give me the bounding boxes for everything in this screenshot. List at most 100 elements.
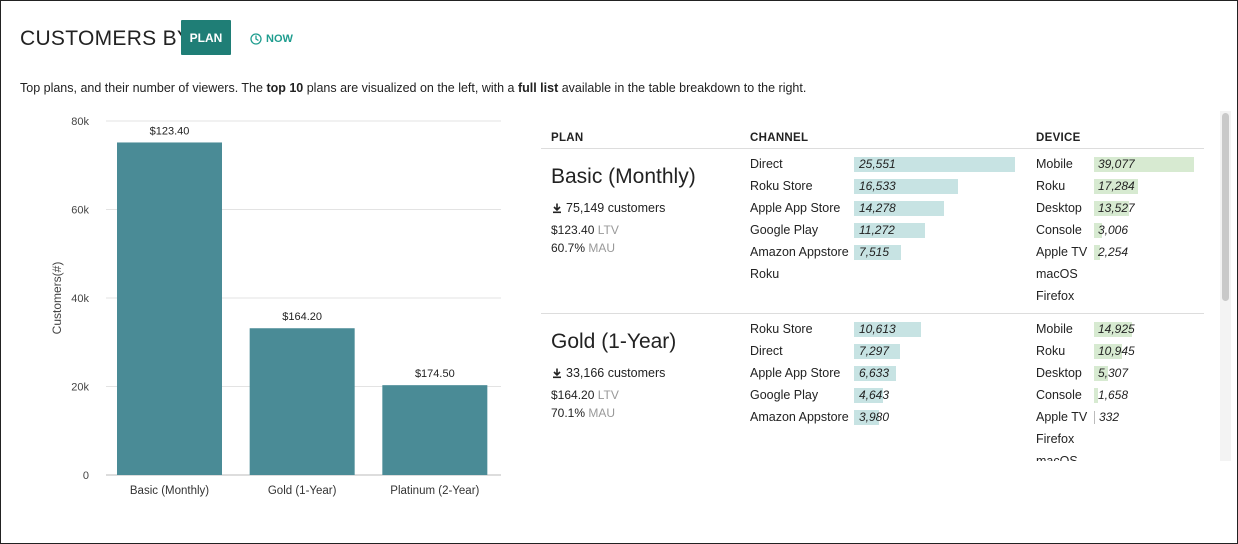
plan-button[interactable]: PLAN <box>181 20 231 55</box>
device-value: 5,307 <box>1098 366 1129 380</box>
customer-count: 33,166 customers <box>566 366 666 380</box>
customers-bar-chart: 0 20k 40k 60k 80k Customers(#) $123.40 Basic (M… <box>50 116 501 497</box>
y-tick-label: 0 <box>83 470 89 482</box>
bar <box>382 385 488 475</box>
channel-label: Roku Store <box>750 322 813 336</box>
channel-row[interactable]: Apple App Store 14,278 <box>750 198 1040 220</box>
device-row[interactable]: Mobile 14,925 <box>1036 319 1206 341</box>
channel-row[interactable]: Google Play 11,272 <box>750 220 1040 242</box>
device-row[interactable]: Mobile 39,077 <box>1036 154 1206 176</box>
channel-label: Roku Store <box>750 179 813 193</box>
device-label: Roku <box>1036 179 1066 193</box>
channel-row[interactable]: Roku <box>750 264 1040 286</box>
device-label: Console <box>1036 223 1082 237</box>
device-label: macOS <box>1036 267 1078 281</box>
channel-row[interactable]: Amazon Appstore 7,515 <box>750 242 1040 264</box>
device-value: 2,254 <box>1098 245 1129 259</box>
device-label: macOS <box>1036 454 1078 461</box>
channel-row[interactable]: Apple App Store 6,633 <box>750 363 1040 385</box>
description-text: plans are visualized on the left, with a <box>303 81 518 95</box>
device-label: Desktop <box>1036 366 1082 380</box>
plan-name: Gold (1-Year) <box>551 330 677 353</box>
channel-value: 25,551 <box>859 157 896 171</box>
y-tick-label: 20k <box>71 382 89 394</box>
channel-label: Direct <box>750 157 783 171</box>
x-tick-label: Basic (Monthly) <box>130 485 209 497</box>
channel-label: Roku <box>750 267 780 281</box>
now-button[interactable]: NOW <box>250 31 293 47</box>
device-row[interactable]: Console 1,658 <box>1036 385 1206 407</box>
channel-value: 6,633 <box>859 366 890 380</box>
channel-row[interactable]: Google Play 4,643 <box>750 385 1040 407</box>
column-header-plan: PLAN <box>551 132 584 144</box>
device-value: 332 <box>1099 410 1120 424</box>
device-value: 17,284 <box>1098 179 1135 193</box>
bar-data-label: $164.20 <box>282 311 322 323</box>
device-label: Roku <box>1036 344 1066 358</box>
plan-group: Basic (Monthly) 75,149 customers $123.40 L… <box>541 149 1217 314</box>
ltv-label: LTV <box>597 388 619 402</box>
channel-value: 3,980 <box>859 410 890 424</box>
device-row[interactable]: macOS <box>1036 451 1206 461</box>
channel-label: Apple App Store <box>750 366 841 380</box>
plan-ltv: $164.20 LTV <box>551 388 619 402</box>
table-scrollbar[interactable] <box>1220 111 1231 461</box>
column-header-device: DEVICE <box>1036 132 1081 144</box>
device-row[interactable]: Console 3,006 <box>1036 220 1206 242</box>
clock-icon <box>250 33 262 45</box>
device-row[interactable]: Roku 17,284 <box>1036 176 1206 198</box>
device-row[interactable]: Apple TV 2,254 <box>1036 242 1206 264</box>
channel-value: 14,278 <box>859 201 896 215</box>
plan-group: Gold (1-Year) 33,166 customers $164.20 LTV… <box>541 314 1217 461</box>
device-label: Apple TV <box>1036 245 1088 259</box>
device-row[interactable]: Firefox <box>1036 286 1206 308</box>
channel-row[interactable]: Amazon Appstore 3,980 <box>750 407 1040 429</box>
device-value: 14,925 <box>1098 322 1135 336</box>
channel-row[interactable]: Direct 25,551 <box>750 154 1040 176</box>
device-value: 3,006 <box>1098 223 1129 237</box>
channel-label: Direct <box>750 344 783 358</box>
plan-name: Basic (Monthly) <box>551 165 696 188</box>
y-axis-label: Customers(#) <box>50 262 64 335</box>
device-label: Firefox <box>1036 432 1075 446</box>
y-tick-label: 80k <box>71 116 89 128</box>
scrollbar-thumb[interactable] <box>1222 113 1229 301</box>
channel-value: 7,515 <box>859 245 890 259</box>
bar-data-label: $123.40 <box>150 125 190 137</box>
customers-panel: CUSTOMERS BY PLAN NOW Top plans, and the… <box>0 0 1238 544</box>
mau-value: 60.7% <box>551 241 589 255</box>
x-tick-label: Gold (1-Year) <box>268 485 337 497</box>
device-row[interactable]: Apple TV 332 <box>1036 407 1206 429</box>
channel-value: 11,272 <box>859 223 895 237</box>
channel-value: 4,643 <box>859 388 890 402</box>
device-row[interactable]: Desktop 13,527 <box>1036 198 1206 220</box>
mau-label: MAU <box>588 406 616 420</box>
plan-mau: 60.7% MAU <box>551 241 615 255</box>
channel-label: Amazon Appstore <box>750 245 849 259</box>
plan-customers: 33,166 customers <box>551 366 665 380</box>
description: Top plans, and their number of viewers. … <box>20 81 806 95</box>
device-row[interactable]: Roku 10,945 <box>1036 341 1206 363</box>
device-value: 13,527 <box>1098 201 1135 215</box>
bar-data-label: $174.50 <box>415 368 455 380</box>
plan-mau: 70.1% MAU <box>551 406 615 420</box>
channel-value: 16,533 <box>859 179 896 193</box>
column-header-channel: CHANNEL <box>750 132 809 144</box>
bar <box>249 328 355 475</box>
device-row[interactable]: macOS <box>1036 264 1206 286</box>
channel-row[interactable]: Direct 7,297 <box>750 341 1040 363</box>
breakdown-table: PLAN CHANNEL DEVICE Basic (Monthly) 75,14… <box>541 111 1217 461</box>
now-button-label: NOW <box>266 33 293 45</box>
channel-row[interactable]: Roku Store 16,533 <box>750 176 1040 198</box>
ltv-value: $123.40 <box>551 223 598 237</box>
mau-value: 70.1% <box>551 406 589 420</box>
device-value: 10,945 <box>1098 344 1135 358</box>
download-icon <box>553 368 561 379</box>
device-row[interactable]: Desktop 5,307 <box>1036 363 1206 385</box>
device-row[interactable]: Firefox <box>1036 429 1206 451</box>
device-label: Apple TV <box>1036 410 1088 424</box>
channel-value: 10,613 <box>859 322 896 336</box>
channel-row[interactable]: Roku Store 10,613 <box>750 319 1040 341</box>
description-bold: full list <box>517 81 559 95</box>
description-bold: top 10 <box>266 81 304 95</box>
